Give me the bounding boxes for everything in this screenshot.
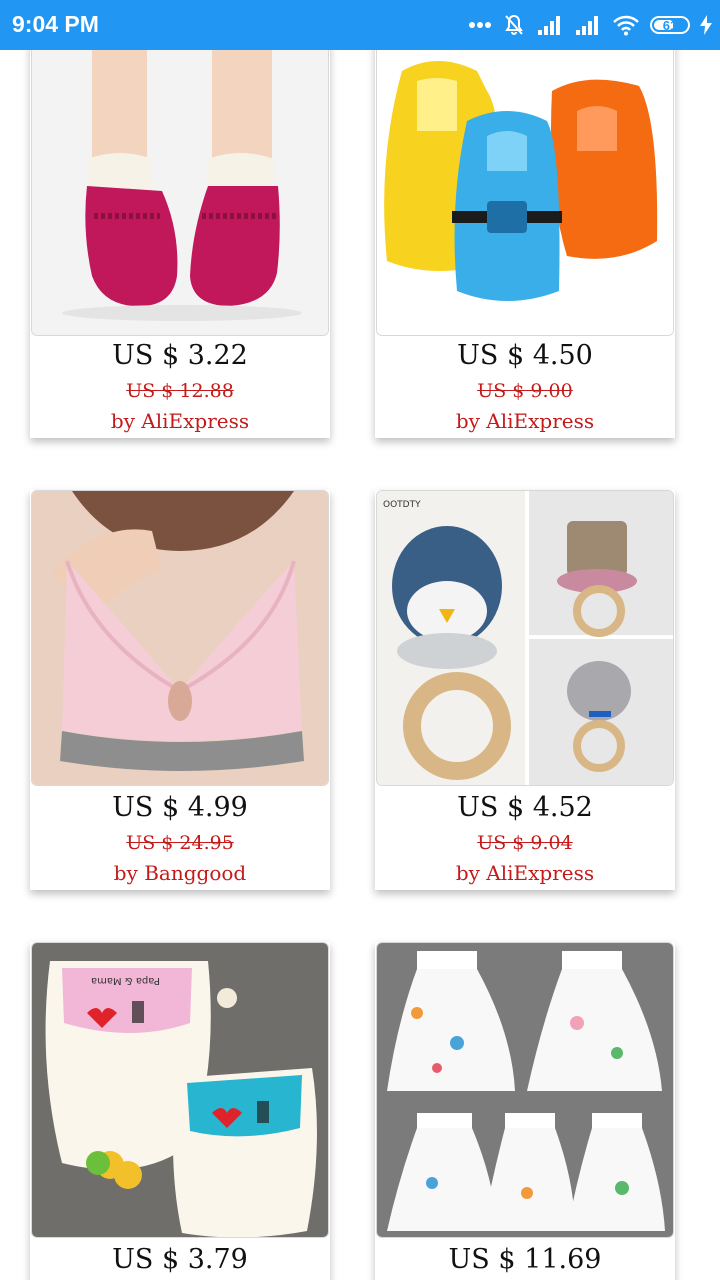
product-vendor: by AliExpress [455,861,595,885]
product-image[interactable] [31,50,329,336]
image-brand-text: OOTDTY [383,500,421,510]
product-card[interactable]: Papa & Mama US $ 3.79 [30,942,330,1280]
product-card[interactable]: OOTDTY US $ 4.52 US $ 9.04 by AliExpress [375,490,675,890]
product-original-price: US $ 24.95 [126,832,234,854]
product-grid: US $ 3.22 US $ 12.88 by AliExpress US $ … [0,50,720,1280]
product-image[interactable] [376,942,674,1238]
signal-icon [538,16,560,35]
more-dots-icon [469,22,491,28]
product-original-price: US $ 12.88 [126,380,234,402]
product-price: US $ 3.79 [112,1244,248,1275]
battery-level: 61 [662,17,678,33]
product-image[interactable] [31,490,329,786]
product-price: US $ 4.50 [457,340,593,371]
product-price: US $ 4.99 [112,792,248,823]
battery-icon: 61 [650,16,690,34]
product-original-price: US $ 9.04 [477,832,573,854]
product-price: US $ 11.69 [448,1244,602,1275]
product-card[interactable]: US $ 11.69 [375,942,675,1280]
status-time: 9:04 PM [12,11,99,37]
product-image[interactable]: Papa & Mama [31,942,329,1238]
product-price: US $ 4.52 [457,792,593,823]
image-print-text: Papa & Mama [91,975,160,986]
product-image[interactable]: OOTDTY [376,490,674,786]
product-image[interactable] [376,50,674,336]
product-card[interactable]: US $ 4.99 US $ 24.95 by Banggood [30,490,330,890]
wifi-icon [613,15,639,36]
product-card[interactable]: US $ 4.50 US $ 9.00 by AliExpress [375,50,675,438]
charging-bolt-icon [700,15,712,35]
product-vendor: by AliExpress [110,409,250,433]
product-vendor: by AliExpress [455,409,595,433]
product-original-price: US $ 9.00 [477,380,573,402]
product-vendor: by Banggood [113,861,247,885]
signal-icon-2 [576,16,598,35]
notifications-muted-icon [505,14,523,35]
status-icons: 61 [468,12,712,38]
product-card[interactable]: US $ 3.22 US $ 12.88 by AliExpress [30,50,330,438]
product-price: US $ 3.22 [112,340,248,371]
status-bar: 9:04 PM 61 [0,0,720,50]
